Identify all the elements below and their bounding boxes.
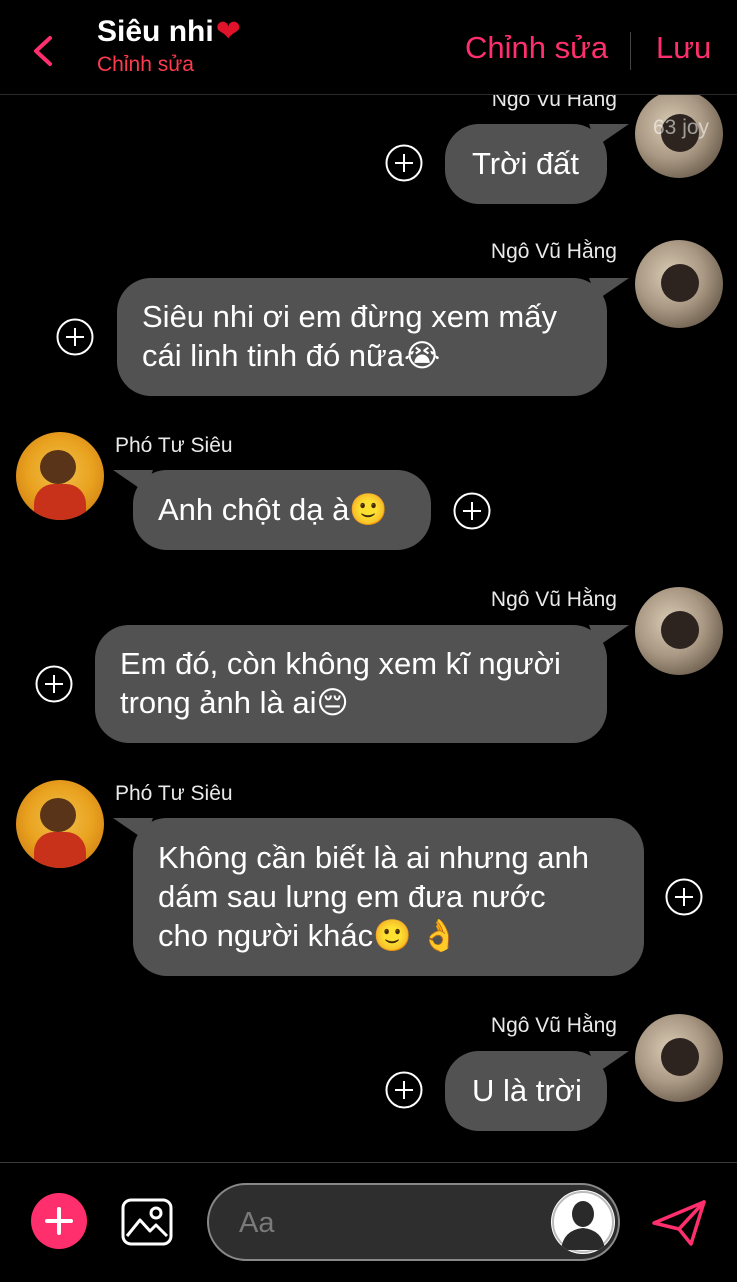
heart-icon: ❤: [215, 15, 241, 48]
message-text: U là trời: [472, 1073, 582, 1108]
plus-icon: [45, 1207, 73, 1235]
chat-title: Siêu nhi: [97, 15, 214, 48]
avatar[interactable]: [635, 587, 723, 675]
message-line: cái linh tinh đó nữa😭: [142, 338, 441, 373]
add-reaction-icon[interactable]: [453, 492, 491, 530]
message-line: Không cần biết là ai nhưng anh: [158, 840, 589, 875]
header-divider: [630, 32, 631, 70]
message-text: Anh chột dạ à🙂: [158, 492, 388, 527]
sender-name: Phó Tư Siêu: [115, 782, 233, 805]
message-text: Trời đất: [472, 146, 580, 181]
back-chevron-icon[interactable]: [30, 34, 58, 68]
plus-button[interactable]: [31, 1193, 87, 1249]
avatar[interactable]: [635, 1014, 723, 1102]
message-line: trong ảnh là ai😔: [120, 685, 349, 720]
sender-name: Ngô Vũ Hằng: [490, 588, 617, 611]
avatar[interactable]: [16, 780, 104, 868]
message-bubble[interactable]: Không cần biết là ai nhưng anh dám sau l…: [133, 818, 644, 976]
message-input[interactable]: [237, 1199, 541, 1247]
add-reaction-icon[interactable]: [385, 144, 423, 182]
avatar[interactable]: [16, 432, 104, 520]
add-reaction-icon[interactable]: [35, 665, 73, 703]
add-reaction-icon[interactable]: [385, 1071, 423, 1109]
sender-name: Ngô Vũ Hằng: [490, 240, 617, 263]
add-reaction-icon[interactable]: [56, 318, 94, 356]
save-button[interactable]: Lưu: [656, 30, 711, 66]
message-bubble[interactable]: Trời đất: [445, 124, 607, 204]
watermark: 63 joy: [653, 116, 710, 139]
title-block: Siêu nhi❤ Chỉnh sửa: [97, 14, 241, 77]
message-line: cho người khác🙂 👌: [158, 918, 459, 953]
user-avatar-icon[interactable]: [551, 1190, 615, 1254]
composer-bar: [0, 1162, 737, 1282]
message-bubble[interactable]: Anh chột dạ à🙂: [133, 470, 431, 550]
chat-title-row: Siêu nhi❤: [97, 14, 241, 49]
message-line: dám sau lưng em đưa nước: [158, 879, 546, 914]
message-list[interactable]: Ngo Vu Hang 63 joy Trời đất Ngô Vũ Hằng …: [0, 94, 737, 1162]
add-reaction-icon[interactable]: [665, 878, 703, 916]
message-bubble[interactable]: U là trời: [445, 1051, 607, 1131]
gallery-icon[interactable]: [121, 1198, 173, 1246]
avatar[interactable]: [635, 240, 723, 328]
message-line: Em đó, còn không xem kĩ người: [120, 646, 561, 681]
send-icon[interactable]: [651, 1199, 707, 1247]
sender-name: Ngo Vu Hang: [491, 94, 617, 111]
message-bubble[interactable]: Siêu nhi ơi em đừng xem mấy cái linh tin…: [117, 278, 607, 396]
chat-subtitle: Chỉnh sửa: [97, 53, 194, 76]
message-bubble[interactable]: Em đó, còn không xem kĩ người trong ảnh …: [95, 625, 607, 743]
sender-name: Phó Tư Siêu: [115, 434, 233, 457]
edit-button[interactable]: Chỉnh sửa: [465, 30, 608, 66]
message-line: Siêu nhi ơi em đừng xem mấy: [142, 299, 557, 334]
message-input-box[interactable]: [207, 1183, 620, 1261]
chat-header: Siêu nhi❤ Chỉnh sửa Chỉnh sửa Lưu: [0, 0, 737, 95]
sender-name: Ngô Vũ Hằng: [490, 1014, 617, 1037]
